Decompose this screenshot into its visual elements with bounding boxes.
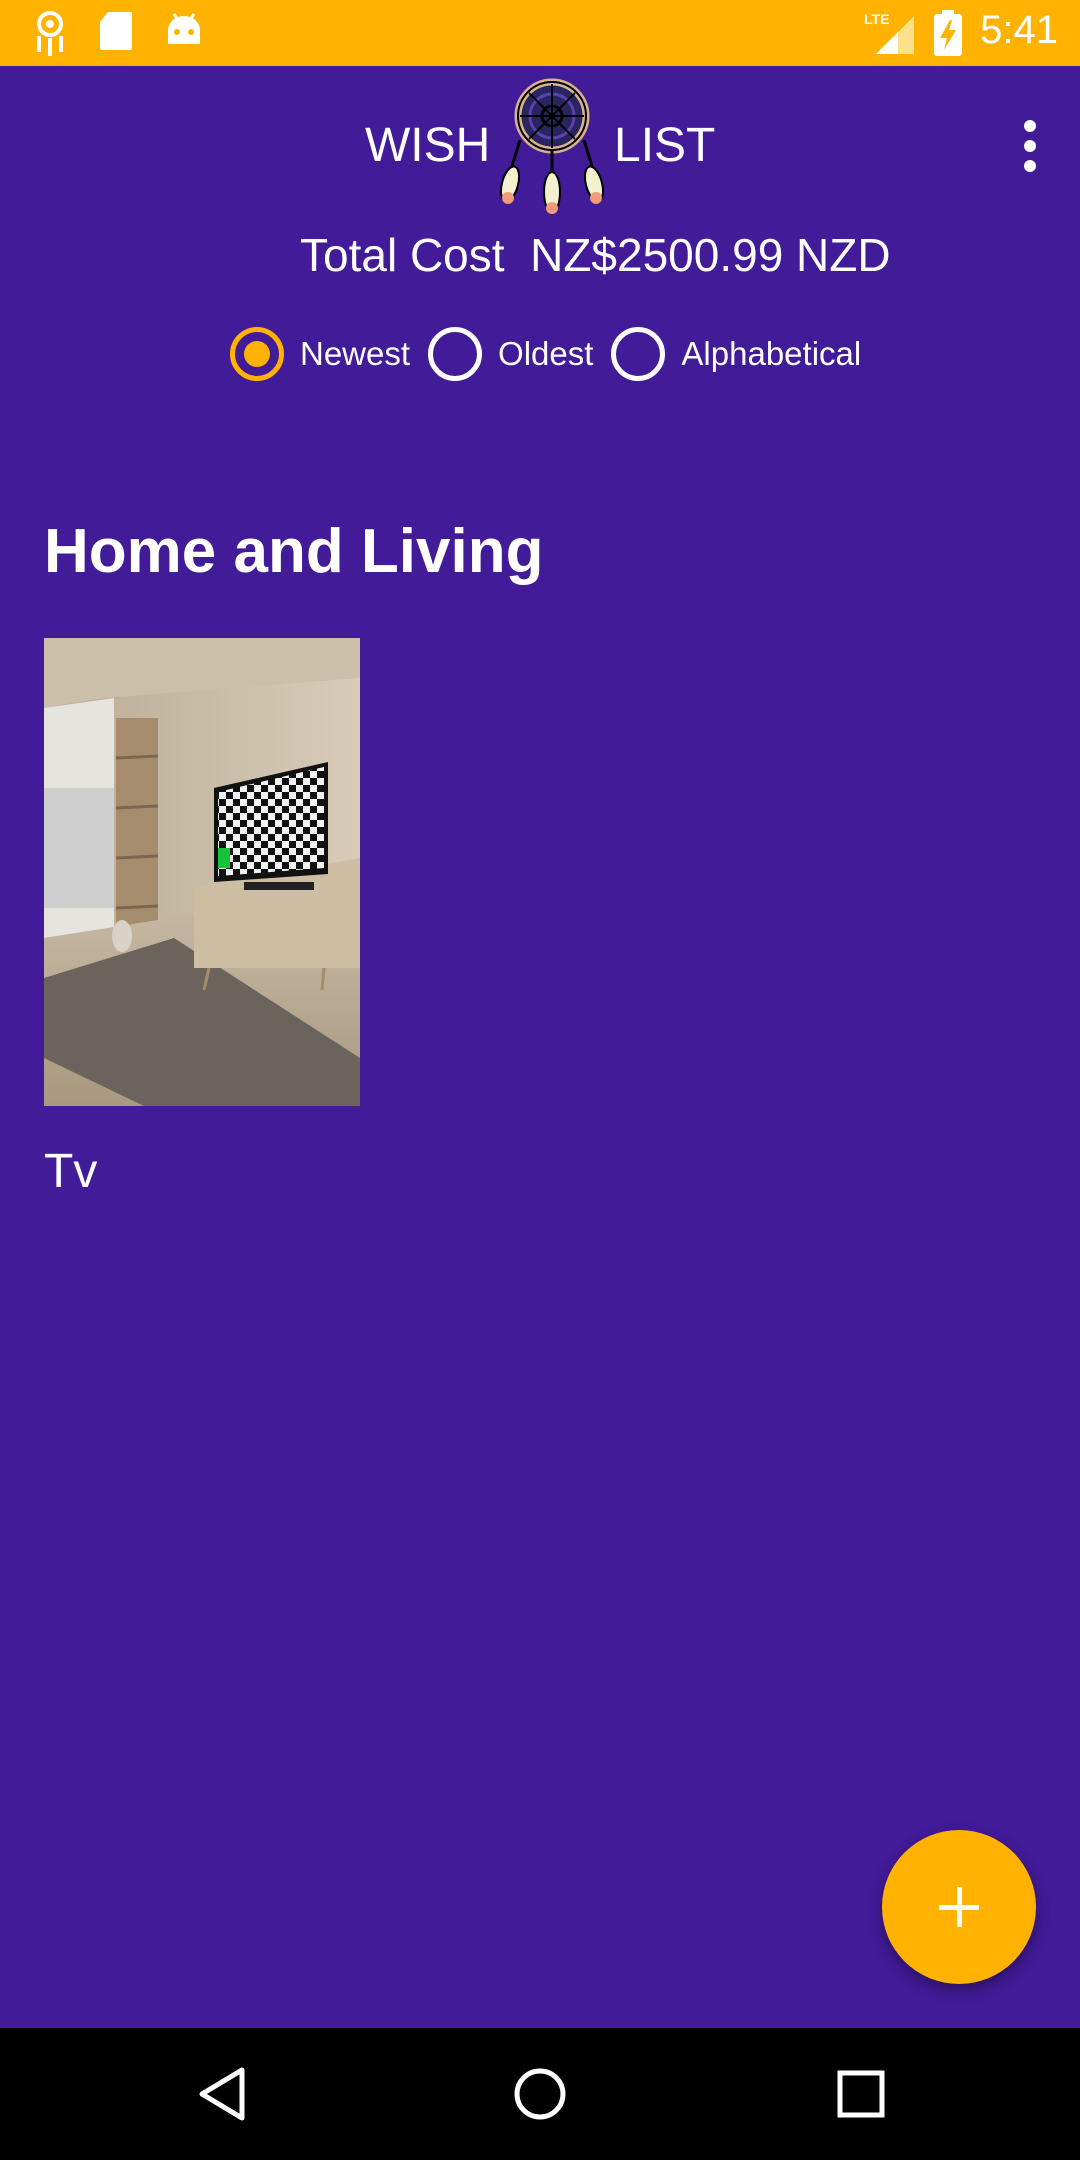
wish-item-card[interactable]: Tv [44,638,360,1199]
living-room-tv-photo [44,638,360,1106]
dreamcatcher-notification-icon [37,11,63,56]
sort-oldest-radio[interactable]: Oldest [428,327,593,381]
battery-charging-icon [934,10,962,56]
navigation-bar [0,2028,1080,2160]
home-icon[interactable] [512,2064,568,2124]
add-icon-v [957,1887,962,1927]
total-cost-value: NZ$2500.99 NZD [530,229,891,281]
more-vert-icon-dot [1024,140,1036,152]
status-bar: LTE 5:41 [0,0,1080,66]
radio-unchecked-icon [428,327,483,381]
more-vert-icon [1024,120,1036,132]
sort-newest-radio[interactable]: Newest [230,327,410,381]
category-title: Home and Living [44,517,544,586]
sort-alphabetical-radio[interactable]: Alphabetical [611,327,861,381]
radio-checked-icon [230,327,284,381]
back-icon[interactable] [196,2064,248,2124]
sd-card-icon [100,12,132,50]
sort-newest-label: Newest [300,335,411,372]
recents-icon[interactable] [836,2064,886,2124]
app-header: WISH LIST [0,66,1080,226]
more-vert-icon-dot [1024,160,1036,172]
title-list: LIST [614,119,716,172]
more-options-button[interactable] [1010,116,1050,176]
dreamcatcher-logo-icon [499,78,605,214]
total-cost-label: Total Cost [300,229,505,281]
add-item-fab[interactable] [882,1830,1036,1984]
clock: 5:41 [980,8,1058,52]
sort-radio-group: Newest Oldest Alphabetical [230,324,879,384]
sort-oldest-label: Oldest [498,335,594,372]
svg-text:LTE: LTE [864,11,889,27]
wish-item-name: Tv [44,1145,98,1198]
android-icon [168,13,200,44]
lte-signal-icon: LTE [864,11,914,54]
title-wish: WISH [365,119,491,172]
total-cost: Total Cost NZ$2500.99 NZD [300,228,891,282]
sort-alphabetical-label: Alphabetical [681,335,862,372]
radio-unchecked-icon [611,327,666,381]
